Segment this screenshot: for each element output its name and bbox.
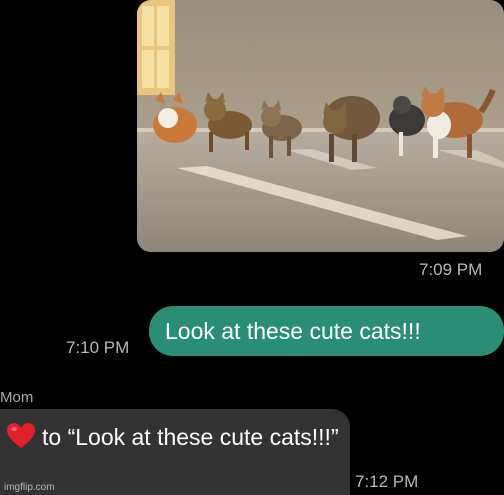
sender-name: Mom xyxy=(0,389,34,406)
photo-timestamp: 7:09 PM xyxy=(419,260,483,279)
incoming-timestamp: 7:12 PM xyxy=(355,472,419,491)
outgoing-message-bubble[interactable]: Look at these cute cats!!! xyxy=(149,306,504,356)
reaction-text: to “Look at these cute cats!!!” xyxy=(42,424,339,450)
outgoing-timestamp: 7:10 PM xyxy=(66,338,130,357)
outgoing-message-text: Look at these cute cats!!! xyxy=(165,317,421,344)
cats-photo[interactable] xyxy=(137,0,504,252)
red-heart-emoji-icon xyxy=(7,423,35,448)
watermark: imgflip.com xyxy=(4,482,55,493)
cats-photo-image xyxy=(137,0,504,252)
